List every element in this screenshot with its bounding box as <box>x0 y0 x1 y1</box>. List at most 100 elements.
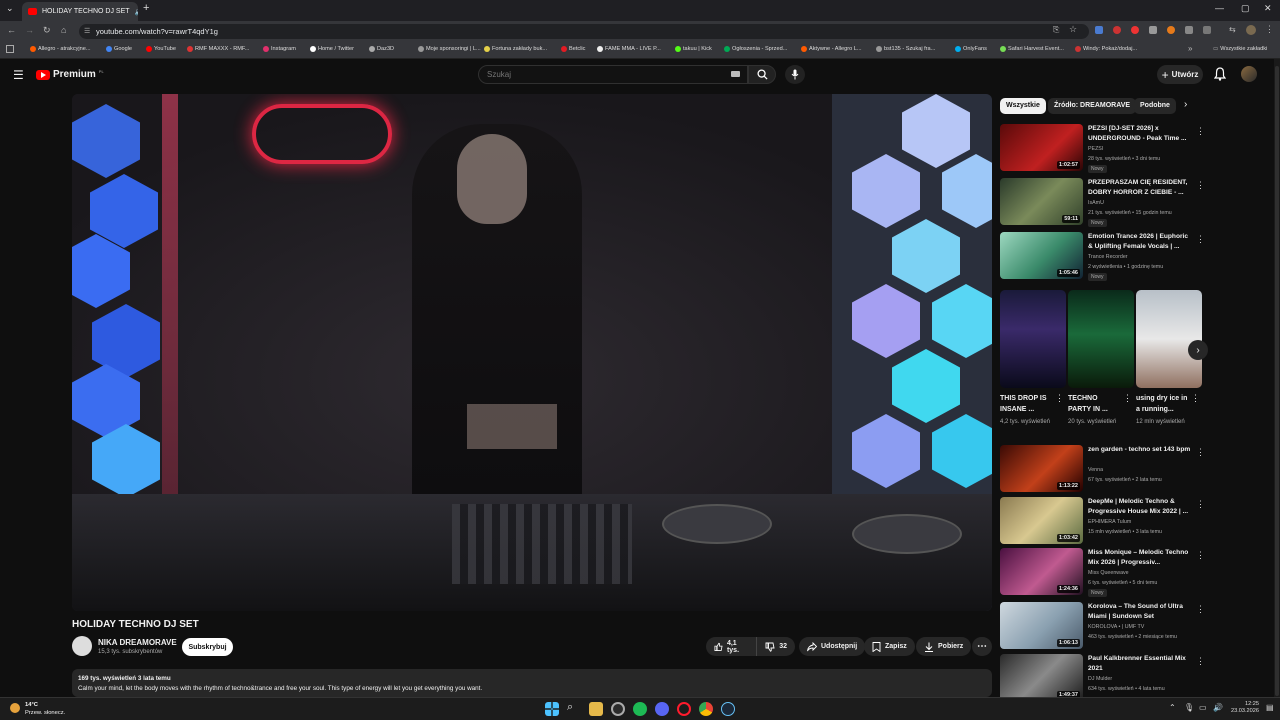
chip-related[interactable]: Podobne <box>1134 98 1176 114</box>
video-thumbnail[interactable]: 1:03:42 <box>1000 497 1083 544</box>
more-actions-button[interactable]: ⋯ <box>972 637 992 656</box>
recommendation-channel[interactable]: PEZSI <box>1088 146 1103 152</box>
bookmarks-overflow-icon[interactable]: » <box>1188 44 1192 53</box>
forward-icon[interactable]: → <box>25 25 34 35</box>
more-options-icon[interactable]: ⋮ <box>1196 550 1205 561</box>
recommendation-channel[interactable]: DJ Mulder <box>1088 676 1112 682</box>
recommendation-title[interactable]: Miss Monique – Melodic Techno Mix 2026 |… <box>1088 548 1191 567</box>
apps-grid-icon[interactable] <box>6 45 14 53</box>
taskbar-search-icon[interactable]: ⌕ <box>567 701 581 715</box>
bookmark-star-icon[interactable]: ☆ <box>1069 24 1077 35</box>
install-icon[interactable]: ⎘ <box>1053 25 1059 35</box>
channel-name[interactable]: NIKA DREAMORAVE <box>98 638 177 647</box>
app-icon[interactable] <box>611 702 625 716</box>
bookmark-item[interactable]: Allegro - atrakcyjne... <box>30 46 91 52</box>
recommendation-item[interactable]: 1:13:22 zen garden - techno set 143 bpm Ve… <box>1000 445 1205 495</box>
bookmark-item[interactable]: FAME MMA - LIVE P... <box>597 46 661 52</box>
bookmark-item[interactable]: YouTube <box>146 46 176 52</box>
windows-start-icon[interactable] <box>545 702 559 716</box>
search-button[interactable] <box>748 65 776 84</box>
description-box[interactable]: 169 tys. wyświetleń 3 lata temu Calm you… <box>72 669 992 697</box>
more-options-icon[interactable]: ⋮ <box>1196 656 1205 667</box>
voice-search-button[interactable] <box>785 65 805 84</box>
recommendation-channel[interactable]: EPHIMERA Tulum <box>1088 519 1131 525</box>
recommendation-title[interactable]: PRZEPRASZAM CIĘ RESIDENT, DOBRY HORROR Z… <box>1088 178 1191 197</box>
maximize-icon[interactable]: ▢ <box>1241 3 1250 14</box>
video-thumbnail[interactable]: 1:06:13 <box>1000 602 1083 649</box>
short-item[interactable]: TECHNO PARTY IN ... ⋮ 20 tys. wyświetleń <box>1068 290 1134 427</box>
more-options-icon[interactable]: ⋮ <box>1196 234 1205 245</box>
share-button[interactable]: Udostępnij <box>799 637 866 656</box>
extension-icon[interactable] <box>1131 26 1139 34</box>
more-options-icon[interactable]: ⋮ <box>1123 393 1132 404</box>
video-thumbnail[interactable]: 1:13:22 <box>1000 445 1083 492</box>
extension-icon[interactable] <box>1113 26 1121 34</box>
more-options-icon[interactable]: ⋮ <box>1196 126 1205 137</box>
minimize-icon[interactable]: — <box>1215 3 1224 13</box>
recommendation-item[interactable]: 1:05:46 Emotion Trance 2026 | Euphoric & … <box>1000 232 1205 282</box>
bookmark-item[interactable]: Betclic <box>561 46 585 52</box>
video-thumbnail[interactable]: 1:24:36 <box>1000 548 1083 595</box>
chip-all[interactable]: Wszystkie <box>1000 98 1046 114</box>
search-input[interactable] <box>478 65 748 84</box>
short-thumbnail[interactable] <box>1068 290 1134 388</box>
window-close-icon[interactable]: ✕ <box>1264 3 1272 14</box>
subscribe-button[interactable]: Subskrybuj <box>182 638 233 656</box>
home-icon[interactable]: ⌂ <box>61 25 66 35</box>
recommendation-channel[interactable]: Trance Recorder <box>1088 254 1128 260</box>
video-thumbnail[interactable]: 59:11 <box>1000 178 1083 225</box>
sidebar-icon[interactable]: ⇆ <box>1229 25 1236 34</box>
opera-icon[interactable] <box>677 702 691 716</box>
bookmark-item[interactable]: takuu | Kick <box>675 46 712 52</box>
file-explorer-icon[interactable] <box>589 702 603 716</box>
more-options-icon[interactable]: ⋮ <box>1196 180 1205 191</box>
bookmark-item[interactable]: Google <box>106 46 132 52</box>
more-options-icon[interactable]: ⋮ <box>1196 447 1205 458</box>
chevron-right-icon[interactable]: › <box>1184 99 1187 110</box>
short-title[interactable]: THIS DROP IS INSANE ... <box>1000 393 1052 415</box>
recommendation-title[interactable]: DeepMe | Melodic Techno & Progressive Ho… <box>1088 497 1191 516</box>
bookmark-item[interactable]: Safari Harvest Event... <box>1000 46 1064 52</box>
site-info-icon[interactable]: ☰ <box>84 24 90 39</box>
video-thumbnail[interactable]: 1:05:46 <box>1000 232 1083 279</box>
short-thumbnail[interactable] <box>1136 290 1202 388</box>
browser-menu-icon[interactable]: ⋮ <box>1265 24 1274 35</box>
browser-tab[interactable]: HOLIDAY TECHNO DJ SET 🔈 ✕ <box>22 2 138 21</box>
profile-icon[interactable] <box>1246 25 1256 35</box>
bookmark-item[interactable]: Daz3D <box>369 46 394 52</box>
recommendation-channel[interactable]: Miss Queenwave <box>1088 570 1129 576</box>
new-tab-icon[interactable]: + <box>143 2 149 14</box>
recommendation-item[interactable]: 1:02:57 PEZSI [DJ-SET 2026] x UNDERGROUND… <box>1000 124 1205 174</box>
recommendation-item[interactable]: 1:24:36 Miss Monique – Melodic Techno Mix… <box>1000 548 1205 598</box>
dislike-button[interactable]: 32 <box>757 637 795 656</box>
bookmark-item[interactable]: Moje sponsoringi | L... <box>418 46 481 52</box>
spotify-icon[interactable] <box>633 702 647 716</box>
bookmark-item[interactable]: OnlyFans <box>955 46 987 52</box>
bookmark-item[interactable]: Fortuna zakłady buk... <box>484 46 547 52</box>
tray-mic-icon[interactable]: 🎙 <box>1184 703 1194 712</box>
recommendation-channel[interactable]: KOROLOVA • | UMF TV <box>1088 624 1144 630</box>
bookmark-item[interactable]: Home / Twitter <box>310 46 354 52</box>
extension-icon[interactable] <box>1185 26 1193 34</box>
network-icon[interactable]: ▭ <box>1199 703 1207 712</box>
more-options-icon[interactable]: ⋮ <box>1055 393 1064 404</box>
bookmark-item[interactable]: Windy: Pokaż/dodaj... <box>1075 46 1137 52</box>
bookmark-item[interactable]: Instagram <box>263 46 296 52</box>
channel-avatar[interactable] <box>72 636 92 656</box>
short-title[interactable]: TECHNO PARTY IN ... <box>1068 393 1120 415</box>
video-thumbnail[interactable]: 1:02:57 <box>1000 124 1083 171</box>
recommendation-item[interactable]: 59:11 PRZEPRASZAM CIĘ RESIDENT, DOBRY HOR… <box>1000 178 1205 228</box>
chip-from-source[interactable]: Źródło: DREAMORAVE <box>1048 98 1137 114</box>
extension-icon[interactable] <box>1167 26 1175 34</box>
tray-chevron-icon[interactable]: ⌃ <box>1169 703 1176 712</box>
keyboard-icon[interactable] <box>731 71 740 77</box>
audio-icon[interactable]: 🔈 <box>135 8 138 16</box>
bell-icon[interactable] <box>1214 67 1226 81</box>
weather-sun-icon[interactable] <box>10 703 20 713</box>
like-button[interactable]: 4,1 tys. <box>706 637 758 656</box>
steam-icon[interactable] <box>721 702 735 716</box>
recommendation-channel[interactable]: Venna <box>1088 467 1103 473</box>
user-avatar[interactable] <box>1241 66 1257 82</box>
scrollbar-thumb[interactable] <box>1275 66 1279 696</box>
video-thumbnail[interactable]: 1:49:37 <box>1000 654 1083 701</box>
